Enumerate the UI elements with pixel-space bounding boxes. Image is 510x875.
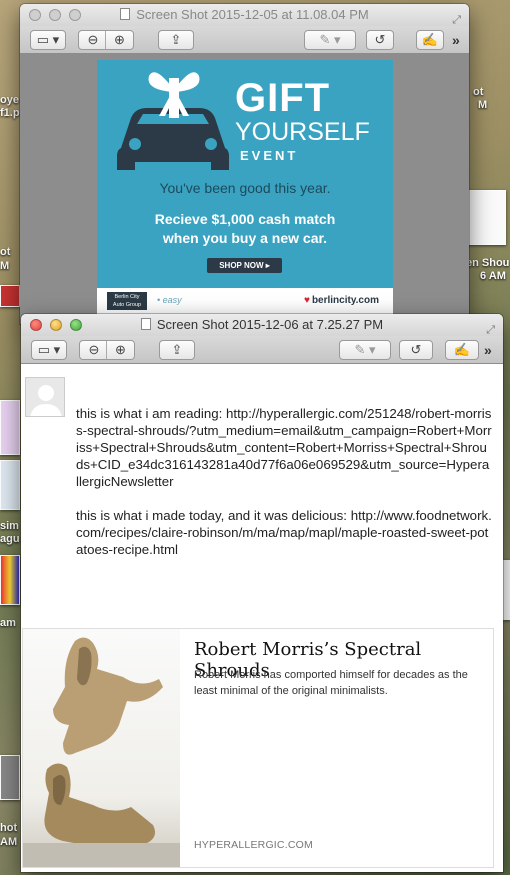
desktop-file-thumbnail[interactable] [0,755,20,800]
desktop-label[interactable]: am [0,617,16,629]
ad-image: GIFT YOURSELF EVENT You've been good thi… [97,60,393,314]
zoom-button[interactable] [69,9,81,21]
ad-headline-2: YOURSELF [235,118,370,146]
heart-icon: ♥ [304,295,310,306]
desktop-file-thumbnail[interactable] [503,560,510,620]
shop-now-label: SHOP NOW [219,261,264,270]
ad-headline: GIFT [235,76,331,120]
window-controls [30,319,82,331]
desktop-label[interactable]: f1.p [0,107,20,119]
desktop-label[interactable]: agu [0,533,20,545]
preview-window-2[interactable]: Screen Shot 2015-12-06 at 7.25.27 PM ⤢ ▭… [21,314,503,872]
window-title: Screen Shot 2015-12-06 at 7.25.27 PM [156,317,384,332]
zoom-out-icon[interactable]: ⊖ [79,31,107,49]
minimize-button[interactable] [50,319,62,331]
desktop-label[interactable]: AM [0,836,17,848]
desktop-label[interactable]: hot [0,822,17,834]
zoom-button[interactable] [70,319,82,331]
desktop-label[interactable]: ot [473,86,483,98]
document-icon [120,8,131,20]
ad-footer: Berlin City Auto Group • easy ♥ berlincit… [97,288,393,314]
edit-toolbar-button[interactable]: ✍ [416,30,444,50]
link-preview-card: Robert Morris’s Spectral Shrouds Robert … [22,628,494,868]
markup-pen-button[interactable]: ✎ ▾ [339,340,391,360]
close-button[interactable] [29,9,41,21]
post-paragraph: this is what i made today, and it was de… [76,508,492,557]
car-with-bow-icon [117,72,229,170]
rotate-button[interactable]: ↺ [399,340,433,360]
zoom-in-icon[interactable]: ⊕ [106,341,134,359]
window-controls [29,9,81,21]
desktop-file-thumbnail[interactable] [0,400,20,455]
desktop-label[interactable]: en Shou [466,257,509,269]
ad-site-url: berlincity.com [311,295,379,306]
desktop-label[interactable]: 6 AM [480,270,506,282]
zoom-in-icon[interactable]: ⊕ [105,31,133,49]
zoom-out-icon[interactable]: ⊖ [80,341,108,359]
default-avatar-icon [30,385,62,416]
rotate-button[interactable]: ↺ [366,30,394,50]
berlin-city-logo: Berlin City Auto Group [107,292,147,310]
sidebar-view-button[interactable]: ▭ ▾ [30,30,66,50]
ad-site: ♥ berlincity.com [304,295,379,306]
desktop-file-thumbnail[interactable] [0,285,20,307]
close-button[interactable] [30,319,42,331]
desktop-label[interactable]: ot [0,246,10,258]
ad-offer-line-1: Recieve $1,000 cash match [154,211,336,227]
post-paragraph: this is what i am reading: http://hypera… [76,406,492,489]
card-description: Robert Morris has comported himself for … [194,669,468,697]
card-image [23,629,180,867]
desktop-file-thumbnail[interactable] [466,190,506,245]
share-button[interactable]: ⇪ [159,340,195,360]
desktop-file-thumbnail[interactable] [0,555,20,605]
image-viewer: GIFT YOURSELF EVENT You've been good thi… [20,54,469,324]
minimize-button[interactable] [49,9,61,21]
desktop-label[interactable]: M [478,99,487,111]
post-body: this is what i am reading: http://hypera… [76,405,492,575]
share-button[interactable]: ⇪ [158,30,194,50]
zoom-control: ⊖ ⊕ [78,30,134,50]
window-title: Screen Shot 2015-12-05 at 11.08.04 PM [136,7,369,22]
logo-line-2: Auto Group [112,302,142,308]
shop-now-button: SHOP NOW ▸ [207,258,282,273]
logo-line-1: Berlin City [114,294,140,300]
screenshot-content: this is what i am reading: http://hypera… [21,365,503,872]
ad-easy-text: • easy [157,295,182,305]
preview-window-1[interactable]: Screen Shot 2015-12-05 at 11.08.04 PM ⤢ … [20,4,469,324]
document-icon [140,318,151,330]
toolbar: ▭ ▾ ⊖ ⊕ ⇪ ✎ ▾ ↺ ✍ » [20,26,469,54]
zoom-control: ⊖ ⊕ [79,340,135,360]
desktop-label[interactable]: oye [0,94,19,106]
toolbar: ▭ ▾ ⊖ ⊕ ⇪ ✎ ▾ ↺ ✍ » [21,336,503,364]
avatar [25,377,65,417]
sidebar-view-button[interactable]: ▭ ▾ [31,340,67,360]
desktop-file-thumbnail[interactable] [0,460,20,510]
toolbar-overflow-icon[interactable]: » [484,342,492,358]
edit-toolbar-button[interactable]: ✍ [445,340,479,360]
ad-offer-line-2: when you buy a new car. [162,230,328,246]
ad-tagline: You've been good this year. [159,180,331,196]
titlebar[interactable]: Screen Shot 2015-12-05 at 11.08.04 PM ⤢ [20,4,469,26]
ad-offer: Recieve $1,000 cash match when you buy a… [97,210,393,248]
toolbar-overflow-icon[interactable]: » [452,32,460,48]
desktop-label[interactable]: M [0,260,9,272]
ad-event-label: EVENT [240,148,299,163]
card-domain[interactable]: HYPERALLERGIC.COM [194,839,313,851]
desktop-label[interactable]: sim [0,520,19,532]
arrow-circle-icon: ▸ [265,261,270,270]
markup-pen-button[interactable]: ✎ ▾ [304,30,356,50]
shroud-sculpture-image [23,637,180,867]
titlebar[interactable]: Screen Shot 2015-12-06 at 7.25.27 PM ⤢ [21,314,503,336]
